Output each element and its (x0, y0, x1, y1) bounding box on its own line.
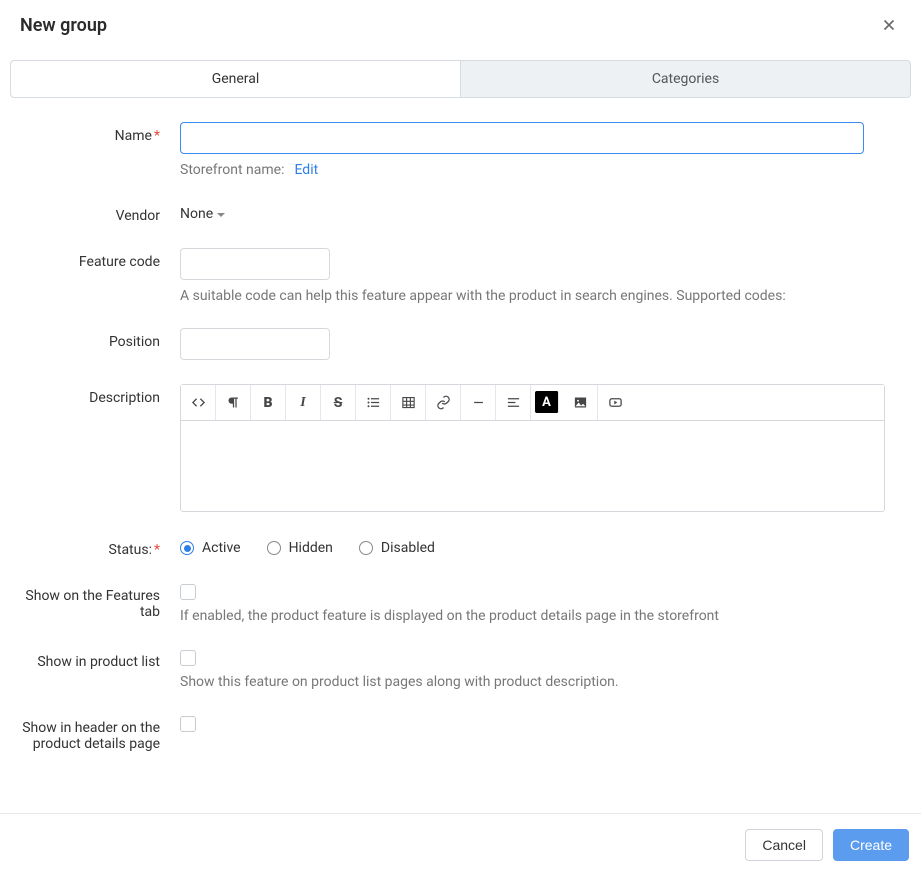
control-vendor: None (180, 202, 911, 222)
label-feature-code: Feature code (10, 248, 180, 270)
label-vendor: Vendor (10, 202, 180, 224)
vendor-value: None (180, 206, 213, 222)
bold-icon: B (263, 395, 272, 411)
show-header-pdp-checkbox[interactable] (180, 716, 196, 732)
unordered-list-button[interactable] (356, 385, 391, 420)
radio-label: Active (202, 540, 241, 556)
horizontal-rule-button[interactable] (461, 385, 496, 420)
storefront-name-row: Storefront name: Edit (180, 162, 911, 178)
status-radio-disabled[interactable]: Disabled (359, 540, 435, 556)
close-button[interactable] (877, 13, 901, 37)
cancel-button[interactable]: Cancel (745, 829, 823, 861)
tab-general[interactable]: General (11, 61, 461, 97)
list-ul-icon (366, 395, 381, 410)
radio-label: Hidden (289, 540, 333, 556)
row-description: Description B I S A (10, 384, 911, 512)
row-name: Name* Storefront name: Edit (10, 122, 911, 178)
page-title: New group (20, 15, 107, 36)
name-input[interactable] (180, 122, 864, 154)
status-radio-active[interactable]: Active (180, 540, 241, 556)
required-indicator: * (154, 542, 160, 558)
link-icon (436, 395, 451, 410)
label-description: Description (10, 384, 180, 406)
rich-text-editor: B I S A (180, 384, 885, 512)
control-feature-code: A suitable code can help this feature ap… (180, 248, 911, 304)
label-show-features-tab: Show on the Features tab (10, 582, 180, 620)
image-icon (573, 395, 588, 410)
position-input[interactable] (180, 328, 330, 360)
table-icon (401, 395, 416, 410)
minus-icon (471, 395, 486, 410)
code-icon (191, 395, 206, 410)
status-radio-hidden[interactable]: Hidden (267, 540, 333, 556)
label-position: Position (10, 328, 180, 350)
radio-label: Disabled (381, 540, 435, 556)
create-button[interactable]: Create (833, 829, 909, 861)
video-icon (608, 395, 623, 410)
text-color-icon: A (542, 395, 551, 410)
control-description: B I S A (180, 384, 911, 512)
align-button[interactable] (496, 385, 531, 420)
editor-toolbar: B I S A (181, 385, 884, 421)
label-show-product-list: Show in product list (10, 648, 180, 670)
italic-icon: I (300, 395, 305, 411)
feature-code-input[interactable] (180, 248, 330, 280)
video-button[interactable] (598, 385, 633, 420)
show-product-list-checkbox[interactable] (180, 650, 196, 666)
control-show-header-pdp (180, 714, 911, 732)
row-show-features-tab: Show on the Features tab If enabled, the… (10, 582, 911, 624)
strikethrough-button[interactable]: S (321, 385, 356, 420)
row-status: Status:* Active Hidden Disabled (10, 536, 911, 558)
link-button[interactable] (426, 385, 461, 420)
show-product-list-hint: Show this feature on product list pages … (180, 674, 911, 690)
edit-storefront-name-link[interactable]: Edit (294, 162, 318, 178)
close-icon (880, 16, 898, 34)
row-show-header-pdp: Show in header on the product details pa… (10, 714, 911, 752)
strikethrough-icon: S (334, 395, 343, 411)
text-color-button[interactable]: A (535, 391, 559, 413)
dialog-footer: Cancel Create (0, 813, 921, 876)
vendor-dropdown[interactable]: None (180, 202, 225, 222)
show-features-tab-hint: If enabled, the product feature is displ… (180, 608, 911, 624)
chevron-down-icon (217, 213, 225, 217)
label-name: Name* (10, 122, 180, 144)
paragraph-format-button[interactable] (216, 385, 251, 420)
pilcrow-icon (226, 395, 241, 410)
row-position: Position (10, 328, 911, 360)
label-status: Status:* (10, 536, 180, 558)
show-features-tab-checkbox[interactable] (180, 584, 196, 600)
row-show-product-list: Show in product list Show this feature o… (10, 648, 911, 690)
dialog-header: New group (0, 0, 921, 50)
control-name: Storefront name: Edit (180, 122, 911, 178)
tab-categories[interactable]: Categories (461, 61, 910, 97)
table-button[interactable] (391, 385, 426, 420)
storefront-name-label: Storefront name: (180, 162, 284, 178)
control-position (180, 328, 911, 360)
radio-icon (180, 541, 194, 555)
radio-icon (267, 541, 281, 555)
feature-code-hint: A suitable code can help this feature ap… (180, 288, 911, 304)
required-indicator: * (154, 128, 160, 144)
description-textarea[interactable] (181, 421, 884, 511)
label-show-header-pdp: Show in header on the product details pa… (10, 714, 180, 752)
row-feature-code: Feature code A suitable code can help th… (10, 248, 911, 304)
image-button[interactable] (563, 385, 598, 420)
control-show-features-tab: If enabled, the product feature is displ… (180, 582, 911, 624)
control-status: Active Hidden Disabled (180, 536, 911, 556)
code-view-button[interactable] (181, 385, 216, 420)
bold-button[interactable]: B (251, 385, 286, 420)
radio-icon (359, 541, 373, 555)
italic-button[interactable]: I (286, 385, 321, 420)
row-vendor: Vendor None (10, 202, 911, 224)
control-show-product-list: Show this feature on product list pages … (180, 648, 911, 690)
dialog-body: General Categories Name* Storefront name… (0, 50, 921, 813)
align-icon (506, 395, 521, 410)
tab-bar: General Categories (10, 60, 911, 98)
